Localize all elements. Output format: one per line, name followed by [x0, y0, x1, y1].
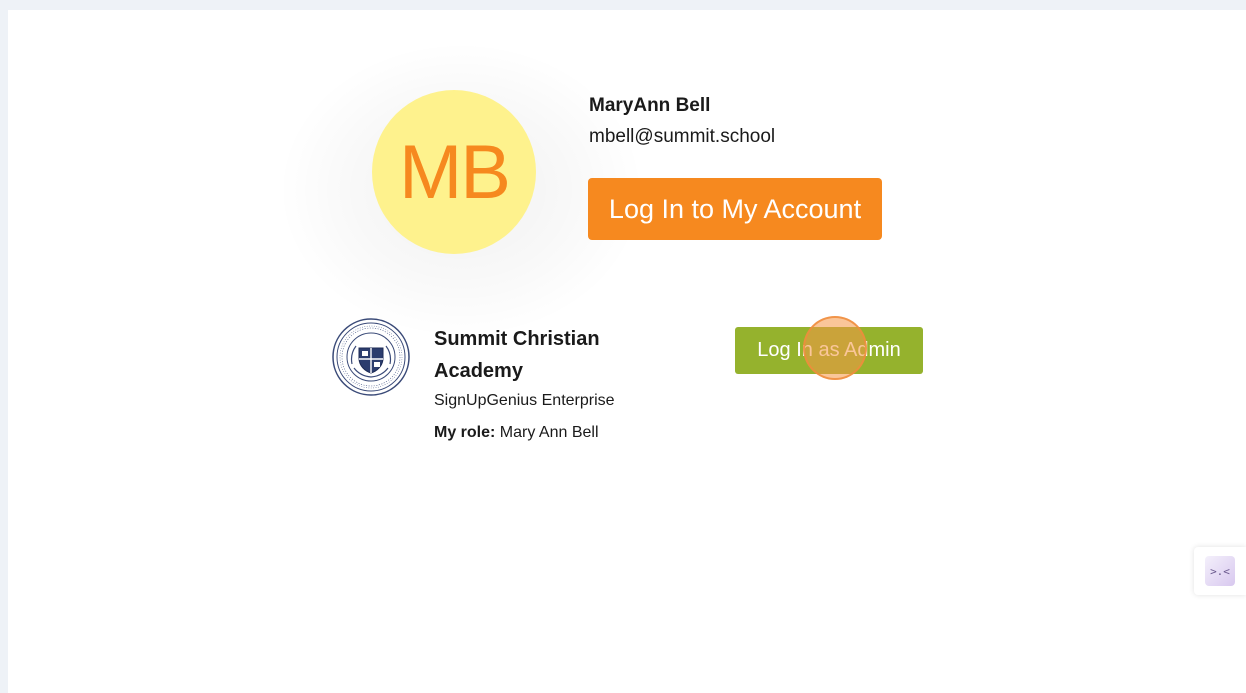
school-seal-icon: [332, 318, 410, 396]
role-label: My role:: [434, 424, 496, 441]
login-my-account-button[interactable]: Log In to My Account: [588, 178, 882, 240]
role-value: Mary Ann Bell: [499, 424, 599, 441]
login-as-admin-button[interactable]: Log In as Admin: [735, 327, 923, 374]
user-name: MaryAnn Bell: [589, 95, 711, 116]
organization-plan: SignUpGenius Enterprise: [434, 392, 615, 409]
organization-role: My role: Mary Ann Bell: [434, 424, 599, 442]
user-email: mbell@summit.school: [589, 126, 776, 147]
face-icon: >.<: [1205, 556, 1235, 586]
avatar-initials: MB: [399, 129, 511, 215]
side-widget-button[interactable]: >.<: [1194, 547, 1246, 595]
organization-name: Summit Christian Academy: [434, 328, 600, 382]
avatar: MB: [372, 90, 536, 254]
page: MB MaryAnn Bell mbell@summit.school Log …: [8, 10, 1246, 693]
